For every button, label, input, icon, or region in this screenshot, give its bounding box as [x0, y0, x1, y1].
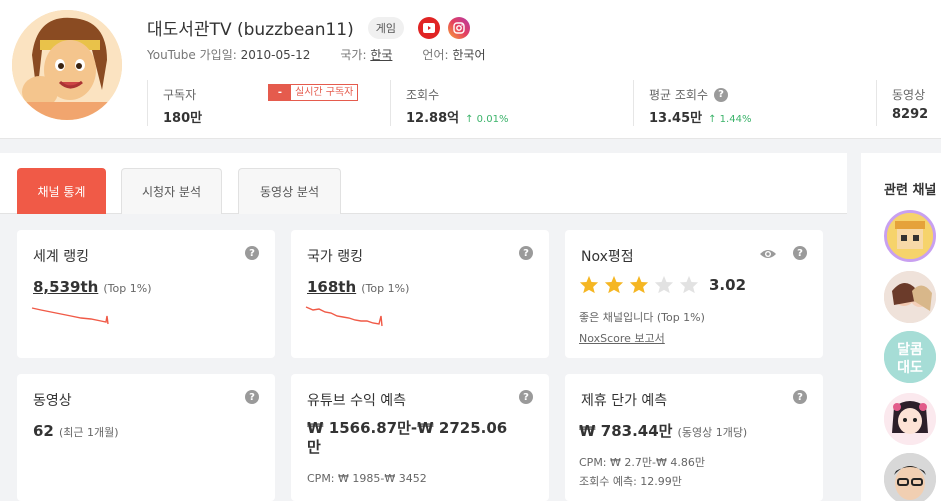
channel-header: 대도서관TV (buzzbean11) 게임 YouTube 가입일: 2010…	[0, 0, 941, 139]
star-filled-icon	[579, 275, 599, 294]
arrow-up-icon: ↑	[708, 114, 717, 125]
revenue-card: 유튜브 수익 예측 ? ₩ 1566.87만-₩ 2725.06 만 CPM: …	[291, 374, 549, 501]
affiliate-value: ₩ 783.44만	[579, 422, 673, 440]
related-channels-title: 관련 채널	[884, 183, 937, 198]
tab-video-analysis[interactable]: 동영상 분석	[238, 168, 341, 214]
subscribers-value: 180만	[163, 111, 203, 126]
stat-subscribers: 구독자 180만 - 실시간 구독자	[147, 80, 390, 126]
country-rank-value[interactable]: 168th	[307, 278, 356, 296]
views-value: 12.88억	[406, 111, 460, 126]
instagram-icon[interactable]	[447, 16, 470, 39]
category-tag[interactable]: 게임	[367, 16, 404, 39]
views-change: ↑ 0.01%	[465, 114, 509, 125]
affiliate-card: 제휴 단가 예측 ? ₩ 783.44만 (동영상 1개당) CPM: ₩ 2.…	[565, 374, 823, 501]
help-icon[interactable]: ?	[245, 246, 259, 260]
tab-bar: 채널 통계 시청자 분석 동영상 분석	[0, 153, 847, 214]
videos-card: 동영상 ? 62 (최근 1개월)	[17, 374, 275, 501]
country-link[interactable]: 한국	[370, 48, 392, 62]
videos-title: 동영상	[33, 393, 72, 409]
nox-score-desc: 좋은 채널입니다 (Top 1%)	[579, 311, 705, 324]
world-rank-top: (Top 1%)	[103, 282, 152, 295]
star-filled-icon	[629, 275, 649, 294]
arrow-up-icon: ↑	[465, 114, 474, 125]
country-rank-trend	[305, 306, 383, 327]
language: 언어: 한국어	[422, 48, 486, 62]
country-rank-top: (Top 1%)	[361, 282, 410, 295]
star-empty-icon	[679, 275, 699, 294]
help-icon[interactable]: ?	[714, 87, 729, 102]
help-icon[interactable]: ?	[519, 246, 533, 260]
related-channel-avatar[interactable]: 달콤대도	[884, 331, 936, 383]
tab-audience-analysis[interactable]: 시청자 분석	[121, 168, 222, 214]
nox-score-value: 3.02	[709, 275, 747, 294]
avg-views-change: ↑ 1.44%	[708, 114, 752, 125]
videos-value: 8292	[892, 107, 929, 122]
revenue-cpm: CPM: ₩ 1985-₩ 3452	[307, 472, 427, 485]
help-icon[interactable]: ?	[519, 390, 533, 404]
channel-name: 대도서관TV (buzzbean11)	[147, 20, 354, 40]
views-label: 조회수	[406, 88, 440, 102]
affiliate-cpm: CPM: ₩ 2.7만-₩ 4.86만	[579, 456, 705, 469]
world-rank-title: 세계 랭킹	[33, 249, 89, 265]
videos-count: 62	[33, 422, 54, 440]
nox-score-report-link[interactable]: NoxScore 보고서	[579, 330, 665, 346]
avg-views-label: 평균 조회수	[649, 88, 709, 102]
country-rank-title: 국가 랭킹	[307, 249, 363, 265]
country-rank-card: 국가 랭킹 ? 168th (Top 1%)	[291, 230, 549, 358]
stat-videos: 동영상 8292	[876, 80, 941, 126]
channel-avatar[interactable]	[12, 10, 122, 120]
world-rank-trend	[31, 307, 109, 325]
star-empty-icon	[654, 275, 674, 294]
card-area: 세계 랭킹 ? 8,539th (Top 1%) 국가 랭킹 ? 168th (…	[0, 214, 847, 501]
svg-text:달콤: 달콤	[897, 342, 923, 358]
revenue-value: ₩ 1566.87만-₩ 2725.06 만	[307, 419, 508, 456]
videos-label: 동영상	[892, 88, 926, 102]
youtube-icon[interactable]	[417, 16, 440, 39]
world-rank-card: 세계 랭킹 ? 8,539th (Top 1%)	[17, 230, 275, 358]
related-channel-avatar[interactable]	[884, 393, 936, 445]
join-date: YouTube 가입일: 2010-05-12	[147, 48, 311, 62]
svg-text:대도: 대도	[897, 360, 923, 376]
eye-icon[interactable]	[759, 246, 777, 265]
videos-period: (최근 1개월)	[58, 426, 119, 439]
world-rank-value[interactable]: 8,539th	[33, 278, 98, 296]
stat-views: 조회수 12.88억 ↑ 0.01%	[390, 80, 633, 126]
help-icon[interactable]: ?	[793, 246, 807, 260]
revenue-title: 유튜브 수익 예측	[307, 393, 407, 409]
related-channel-avatar[interactable]	[884, 210, 936, 262]
country: 국가: 한국	[340, 48, 393, 62]
nox-score-card: Nox평점 ? 3.02 좋은 채널입니다 (Top 1%) NoxScore …	[565, 230, 823, 358]
related-channel-avatar[interactable]	[884, 453, 936, 501]
star-rating	[579, 275, 699, 294]
affiliate-per-video: (동영상 1개당)	[677, 426, 748, 439]
star-filled-icon	[604, 275, 624, 294]
avg-views-value: 13.45만	[649, 111, 703, 126]
related-channels-panel: 관련 채널 달콤대도	[861, 153, 941, 501]
affiliate-title: 제휴 단가 예측	[581, 393, 668, 409]
stat-avg-views: 평균 조회수? 13.45만 ↑ 1.44%	[633, 80, 876, 126]
help-icon[interactable]: ?	[245, 390, 259, 404]
help-icon[interactable]: ?	[793, 390, 807, 404]
nox-score-title: Nox평점	[581, 249, 634, 265]
affiliate-views-prediction: 조회수 예측: 12.99만	[579, 475, 682, 488]
tab-channel-stats[interactable]: 채널 통계	[17, 168, 106, 214]
related-channel-avatar[interactable]	[884, 271, 936, 323]
realtime-subscribers-button[interactable]: - 실시간 구독자	[268, 84, 359, 101]
